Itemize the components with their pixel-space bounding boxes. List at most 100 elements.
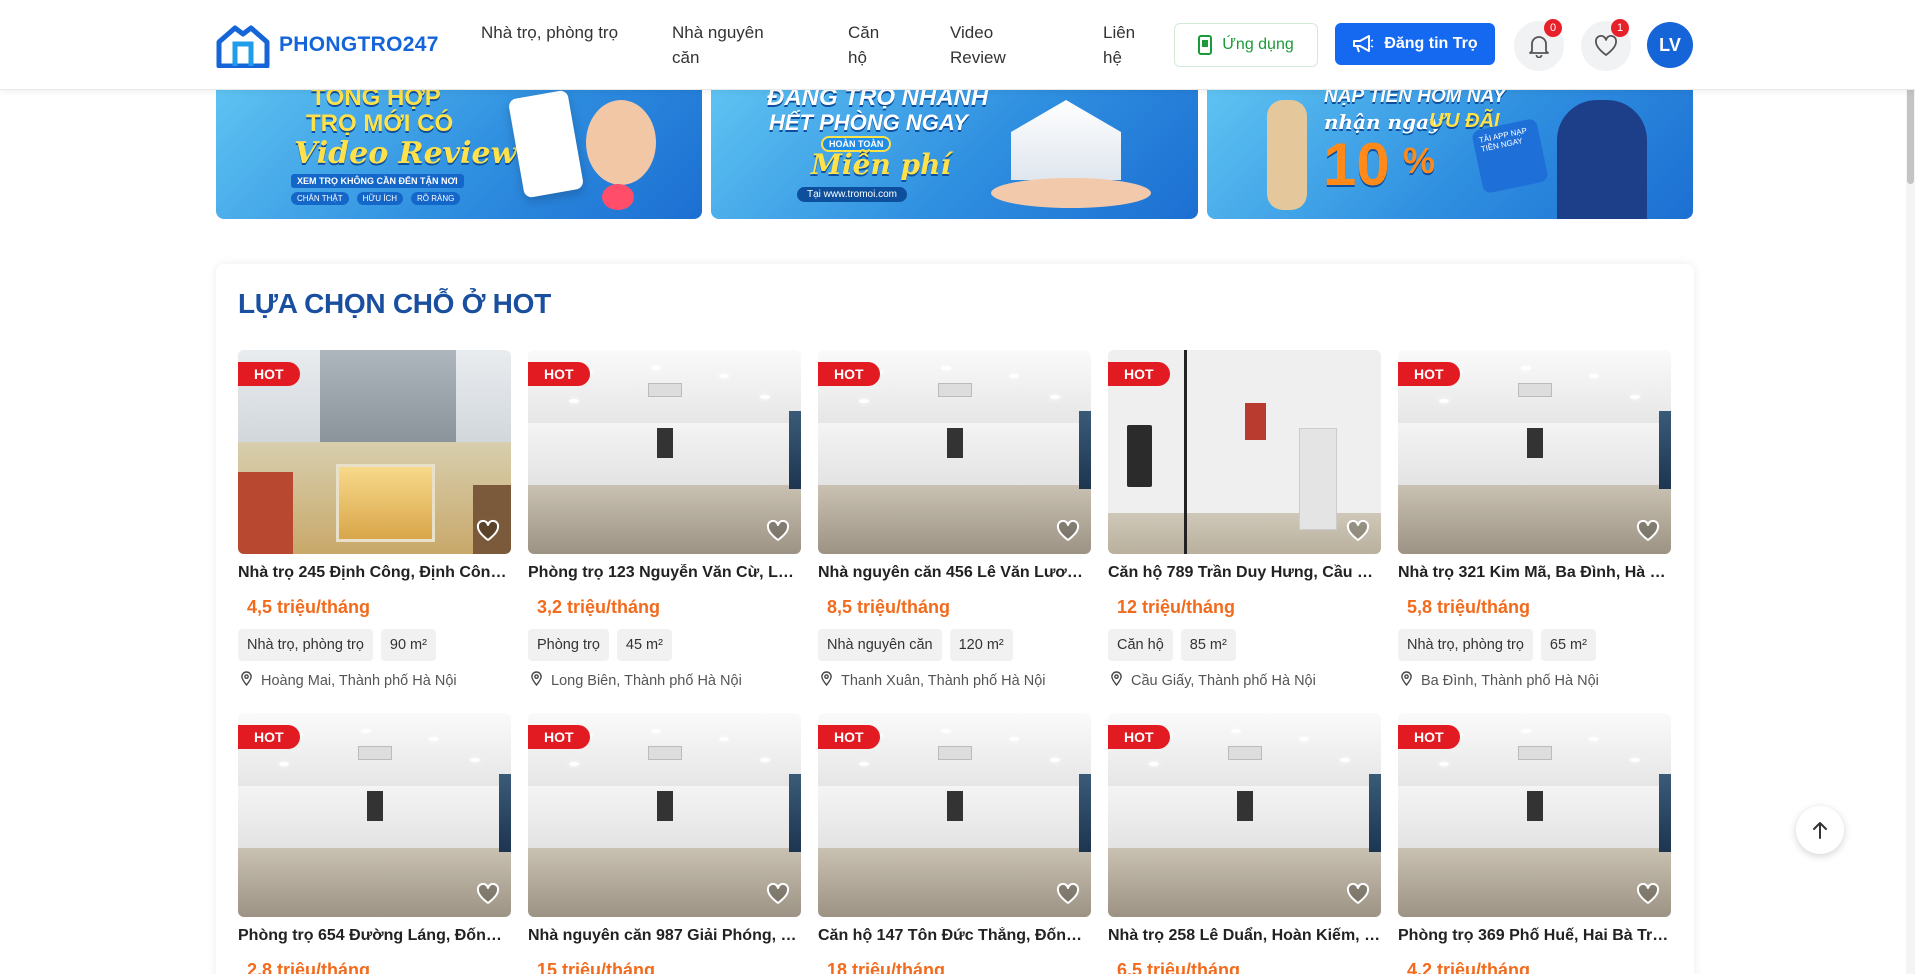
listing-image[interactable]: HOT xyxy=(1398,350,1671,554)
favorite-heart-icon[interactable] xyxy=(1345,881,1371,907)
listing-title[interactable]: Phòng trọ 369 Phố Huế, Hai Bà Trưng xyxy=(1398,927,1671,945)
listing-location: Long Biên, Thành phố Hà Nội xyxy=(528,671,801,690)
hot-badge: HOT xyxy=(528,725,590,749)
logo[interactable]: PHONGTRO247 xyxy=(215,22,439,68)
post-listing-button[interactable]: Đăng tin Trọ xyxy=(1335,23,1495,65)
listing-card[interactable]: HOT Nhà nguyên căn 456 Lê Văn Lương, Than… xyxy=(818,350,1091,690)
listing-tags: Nhà nguyên căn 120 m² xyxy=(818,629,1091,661)
listing-tags: Căn hộ 85 m² xyxy=(1108,629,1381,661)
favorite-heart-icon[interactable] xyxy=(1345,518,1371,544)
section-title: LỰA CHỌN CHỖ Ở HOT xyxy=(238,288,551,319)
user-avatar[interactable]: LV xyxy=(1647,22,1693,68)
listing-card[interactable]: HOT Phòng trọ 654 Đường Láng, Đống Đa 2,8 … xyxy=(238,713,511,974)
location-pin-icon xyxy=(820,671,833,690)
listing-title[interactable]: Căn hộ 147 Tôn Đức Thắng, Đống Đa xyxy=(818,927,1091,945)
listing-card[interactable]: HOT Căn hộ 147 Tôn Đức Thắng, Đống Đa 18 t… xyxy=(818,713,1091,974)
scrollbar-thumb[interactable] xyxy=(1907,74,1914,184)
person-illustration xyxy=(586,100,656,185)
listing-price: 2,8 triệu/tháng xyxy=(247,960,371,974)
page-scrollbar[interactable] xyxy=(1906,0,1915,974)
banner-1-tags: CHÂN THẬT HỮU ÍCH RÕ RÀNG xyxy=(291,192,461,205)
listing-price: 3,2 triệu/tháng xyxy=(537,597,661,617)
notifications-button[interactable]: 0 xyxy=(1514,19,1564,71)
hot-badge: HOT xyxy=(238,362,300,386)
favorite-heart-icon[interactable] xyxy=(475,881,501,907)
nav-lien-he[interactable]: Liên hệ xyxy=(1103,20,1149,70)
listing-card[interactable]: HOT Phòng trọ 123 Nguyễn Văn Cừ, Long Biê… xyxy=(528,350,801,690)
banner-post-free[interactable]: ĐĂNG TRỌ NHANH HẾT PHÒNG NGAY HOÀN TOÀN … xyxy=(711,90,1198,219)
listing-price: 4,5 triệu/tháng xyxy=(247,597,371,617)
listing-area-tag: 65 m² xyxy=(1540,629,1596,661)
hot-badge: HOT xyxy=(818,362,880,386)
hot-badge: HOT xyxy=(1398,362,1460,386)
listing-title[interactable]: Phòng trọ 123 Nguyễn Văn Cừ, Long Biên xyxy=(528,564,801,582)
listing-image[interactable]: HOT xyxy=(1108,350,1381,554)
post-listing-label: Đăng tin Trọ xyxy=(1384,35,1478,52)
heart-icon xyxy=(1595,35,1617,56)
banner-1-line2: TRỌ MỚI CÓ xyxy=(306,110,454,137)
listing-card[interactable]: HOT Nhà trọ 321 Kim Mã, Ba Đình, Hà Nội 5,… xyxy=(1398,350,1671,690)
listing-card[interactable]: HOT Nhà nguyên căn 987 Giải Phóng, Hai Bà… xyxy=(528,713,801,974)
favorite-heart-icon[interactable] xyxy=(475,518,501,544)
listing-price: 6,5 triệu/tháng xyxy=(1117,960,1241,974)
nav-nha-tro[interactable]: Nhà trọ, phòng trọ xyxy=(481,20,621,45)
person-right-illustration xyxy=(1557,100,1647,219)
listing-price: 4,2 triệu/tháng xyxy=(1407,960,1531,974)
banner-topup-promo[interactable]: NẠP TIỀN HÔM NAY nhận ngay ƯU ĐÃI 10 % T… xyxy=(1207,90,1693,219)
listing-title[interactable]: Nhà trọ 245 Định Công, Định Công, Hoàng … xyxy=(238,564,511,582)
hot-listings-section: LỰA CHỌN CHỖ Ở HOT HOT Nhà trọ 245 Định C… xyxy=(216,264,1694,974)
hot-badge: HOT xyxy=(1108,362,1170,386)
listing-location-text: Cầu Giấy, Thành phố Hà Nội xyxy=(1131,672,1316,689)
nav-nha-nguyen-can[interactable]: Nhà nguyên căn xyxy=(672,20,782,70)
listing-location: Hoàng Mai, Thành phố Hà Nội xyxy=(238,671,511,690)
listing-location: Thanh Xuân, Thành phố Hà Nội xyxy=(818,671,1091,690)
listing-image[interactable]: HOT xyxy=(1398,713,1671,917)
nav-can-ho[interactable]: Căn hộ xyxy=(848,20,894,70)
listing-location-text: Long Biên, Thành phố Hà Nội xyxy=(551,672,742,689)
listing-title[interactable]: Nhà nguyên căn 987 Giải Phóng, Hai Bà Tr… xyxy=(528,927,801,945)
favorite-heart-icon[interactable] xyxy=(1635,518,1661,544)
listing-title[interactable]: Phòng trọ 654 Đường Láng, Đống Đa xyxy=(238,927,511,945)
favorite-heart-icon[interactable] xyxy=(765,518,791,544)
listing-location-text: Hoàng Mai, Thành phố Hà Nội xyxy=(261,672,457,689)
listing-card[interactable]: HOT Căn hộ 789 Trần Duy Hưng, Cầu Giấy 12 … xyxy=(1108,350,1381,690)
favorite-heart-icon[interactable] xyxy=(765,881,791,907)
play-icon xyxy=(602,184,634,210)
listing-price: 15 triệu/tháng xyxy=(537,960,656,974)
nav-video-review[interactable]: Video Review xyxy=(950,20,1020,70)
listing-price: 8,5 triệu/tháng xyxy=(827,597,951,617)
listing-image[interactable]: HOT xyxy=(1108,713,1381,917)
listing-tags: Nhà trọ, phòng trọ 90 m² xyxy=(238,629,511,661)
favorites-button[interactable]: 1 xyxy=(1581,19,1631,71)
banner-video-review[interactable]: TỔNG HỢP TRỌ MỚI CÓ Video Review XEM TRỌ… xyxy=(216,90,702,219)
favorite-heart-icon[interactable] xyxy=(1055,518,1081,544)
listing-title[interactable]: Nhà trọ 321 Kim Mã, Ba Đình, Hà Nội xyxy=(1398,564,1671,582)
listing-type-tag: Phòng trọ xyxy=(528,629,609,661)
banner-1-line3: Video Review xyxy=(294,136,517,171)
listing-image[interactable]: HOT xyxy=(238,350,511,554)
listing-location-text: Thanh Xuân, Thành phố Hà Nội xyxy=(841,672,1046,689)
listing-image[interactable]: HOT xyxy=(818,713,1091,917)
listing-area-tag: 120 m² xyxy=(949,629,1013,661)
app-button[interactable]: Ứng dụng xyxy=(1174,23,1318,67)
listing-title[interactable]: Nhà trọ 258 Lê Duẩn, Hoàn Kiếm, Hà Nội xyxy=(1108,927,1381,945)
listing-title[interactable]: Căn hộ 789 Trần Duy Hưng, Cầu Giấy xyxy=(1108,564,1381,582)
listing-image[interactable]: HOT xyxy=(818,350,1091,554)
listing-title[interactable]: Nhà nguyên căn 456 Lê Văn Lương, Thanh X… xyxy=(818,564,1091,582)
banner-3-phone: TẢI APP NẠP TIỀN NGAY xyxy=(1471,117,1549,195)
favorite-heart-icon[interactable] xyxy=(1635,881,1661,907)
listing-image[interactable]: HOT xyxy=(528,713,801,917)
hot-badge: HOT xyxy=(528,362,590,386)
listing-image[interactable]: HOT xyxy=(238,713,511,917)
listing-card[interactable]: HOT Phòng trọ 369 Phố Huế, Hai Bà Trưng 4,… xyxy=(1398,713,1671,974)
hand-illustration xyxy=(991,178,1151,208)
banner-3-line1: NẠP TIỀN HÔM NAY xyxy=(1324,90,1506,107)
phone-icon xyxy=(1198,35,1213,55)
listing-image[interactable]: HOT xyxy=(528,350,801,554)
listing-card[interactable]: HOT Nhà trọ 258 Lê Duẩn, Hoàn Kiếm, Hà Nộ… xyxy=(1108,713,1381,974)
scroll-to-top-button[interactable] xyxy=(1796,806,1844,854)
listing-card[interactable]: HOT Nhà trọ 245 Định Công, Định Công, Hoà… xyxy=(238,350,511,690)
favorite-heart-icon[interactable] xyxy=(1055,881,1081,907)
banner-2-line2: HẾT PHÒNG NGAY xyxy=(769,110,968,135)
house-logo-icon xyxy=(216,25,270,68)
